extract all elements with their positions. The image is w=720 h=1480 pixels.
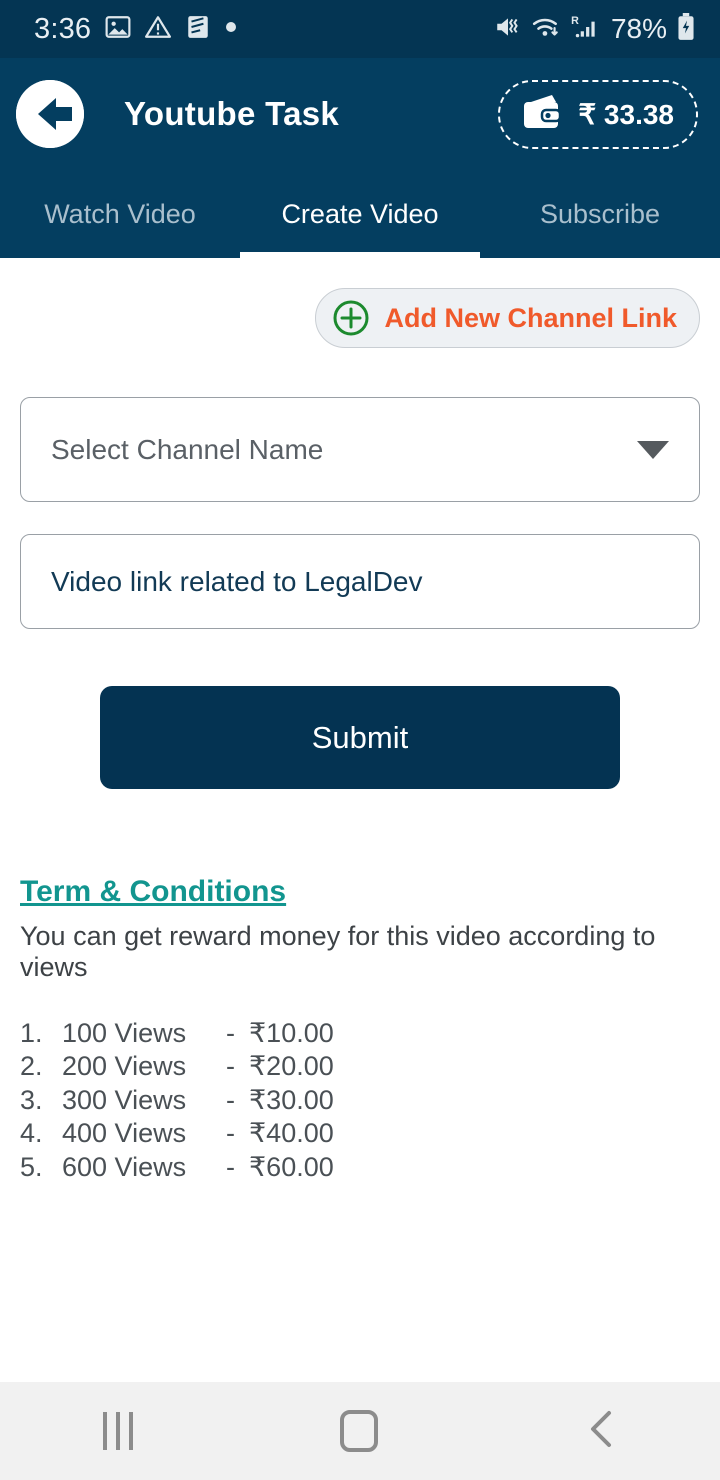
reward-views: 300 Views <box>62 1084 187 1115</box>
back-arrow-circle-icon[interactable] <box>16 80 84 148</box>
reward-views: 200 Views <box>62 1051 187 1082</box>
add-new-channel-link-button[interactable]: Add New Channel Link <box>315 288 700 348</box>
plus-circle-icon <box>332 299 370 337</box>
reward-amount: ₹10.00 <box>249 1018 334 1048</box>
status-time: 3:36 <box>34 12 92 45</box>
reward-index: 5. <box>20 1151 43 1182</box>
reward-dash: - <box>226 1051 235 1082</box>
reward-amount: ₹20.00 <box>249 1051 334 1082</box>
tab-bar: Watch Video Create Video Subscribe <box>0 170 720 258</box>
reward-dash: - <box>226 1118 235 1149</box>
list-item: 3. 300 Views - ₹30.00 <box>20 1084 700 1117</box>
svg-text:R: R <box>571 14 579 26</box>
wallet-amount: ₹ 33.38 <box>578 98 674 130</box>
image-icon <box>105 14 131 45</box>
reward-views: 600 Views <box>62 1151 187 1182</box>
reward-views: 400 Views <box>62 1118 187 1149</box>
tab-create-video[interactable]: Create Video <box>240 170 480 258</box>
list-item: 4. 400 Views - ₹40.00 <box>20 1117 700 1150</box>
tab-watch-video[interactable]: Watch Video <box>0 170 240 258</box>
wallet-balance-button[interactable]: ₹ 33.38 <box>498 79 698 149</box>
tab-label: Create Video <box>281 198 439 229</box>
status-bar-right: R 78% <box>494 12 696 46</box>
add-channel-row: Add New Channel Link <box>20 258 700 348</box>
wifi-icon <box>531 14 561 45</box>
battery-percent: 78% <box>610 13 667 44</box>
status-bar: 3:36 R 78% <box>0 0 720 58</box>
main-content: Add New Channel Link Select Channel Name… <box>0 258 720 1480</box>
reward-index: 4. <box>20 1118 43 1149</box>
add-channel-label: Add New Channel Link <box>384 302 677 333</box>
page-title: Youtube Task <box>124 95 340 132</box>
home-icon[interactable] <box>339 1410 378 1452</box>
channel-select-dropdown[interactable]: Select Channel Name <box>20 397 700 502</box>
warning-icon <box>145 14 172 45</box>
reward-dash: - <box>226 1084 235 1115</box>
mute-vibrate-icon <box>494 14 522 45</box>
rewards-list: 1. 100 Views - ₹10.00 2. 200 Views - ₹20… <box>20 1017 700 1184</box>
video-link-input[interactable]: Video link related to LegalDev <box>20 534 700 629</box>
app-screen: 3:36 R 78% Youtube Task ₹ 33.38 Watch Vi… <box>0 0 720 1480</box>
wallet-icon <box>522 94 566 135</box>
reward-dash: - <box>226 1151 235 1182</box>
recents-icon[interactable] <box>103 1412 134 1450</box>
channel-select-value: Select Channel Name <box>51 433 324 465</box>
roaming-signal-icon: R <box>570 14 600 45</box>
video-link-placeholder: Video link related to LegalDev <box>51 565 423 597</box>
list-item: 5. 600 Views - ₹60.00 <box>20 1151 700 1184</box>
terms-description: You can get reward money for this video … <box>20 921 656 982</box>
terms-and-conditions-heading[interactable]: Term & Conditions <box>20 875 286 909</box>
list-item: 2. 200 Views - ₹20.00 <box>20 1050 700 1083</box>
reward-amount: ₹40.00 <box>249 1118 334 1149</box>
note-icon <box>185 14 211 45</box>
reward-amount: ₹30.00 <box>249 1084 334 1115</box>
reward-dash: - <box>226 1018 235 1048</box>
back-icon[interactable] <box>585 1407 617 1456</box>
dot-icon <box>225 20 237 38</box>
reward-views: 100 Views <box>62 1018 187 1048</box>
submit-button[interactable]: Submit <box>100 686 620 789</box>
list-item: 1. 100 Views - ₹10.00 <box>20 1017 700 1050</box>
reward-index: 2. <box>20 1051 43 1082</box>
battery-charging-icon <box>676 12 696 46</box>
android-nav-bar <box>0 1382 720 1480</box>
chevron-down-icon <box>637 440 669 459</box>
app-bar: Youtube Task ₹ 33.38 <box>0 58 720 170</box>
tab-label: Watch Video <box>44 198 196 229</box>
reward-amount: ₹60.00 <box>249 1151 334 1182</box>
terms-section: Term & Conditions You can get reward mon… <box>20 789 700 1184</box>
tab-label: Subscribe <box>539 198 661 229</box>
tab-subscribe[interactable]: Subscribe <box>480 170 720 258</box>
status-bar-left: 3:36 <box>34 13 237 46</box>
reward-index: 3. <box>20 1084 43 1115</box>
reward-index: 1. <box>20 1018 43 1048</box>
